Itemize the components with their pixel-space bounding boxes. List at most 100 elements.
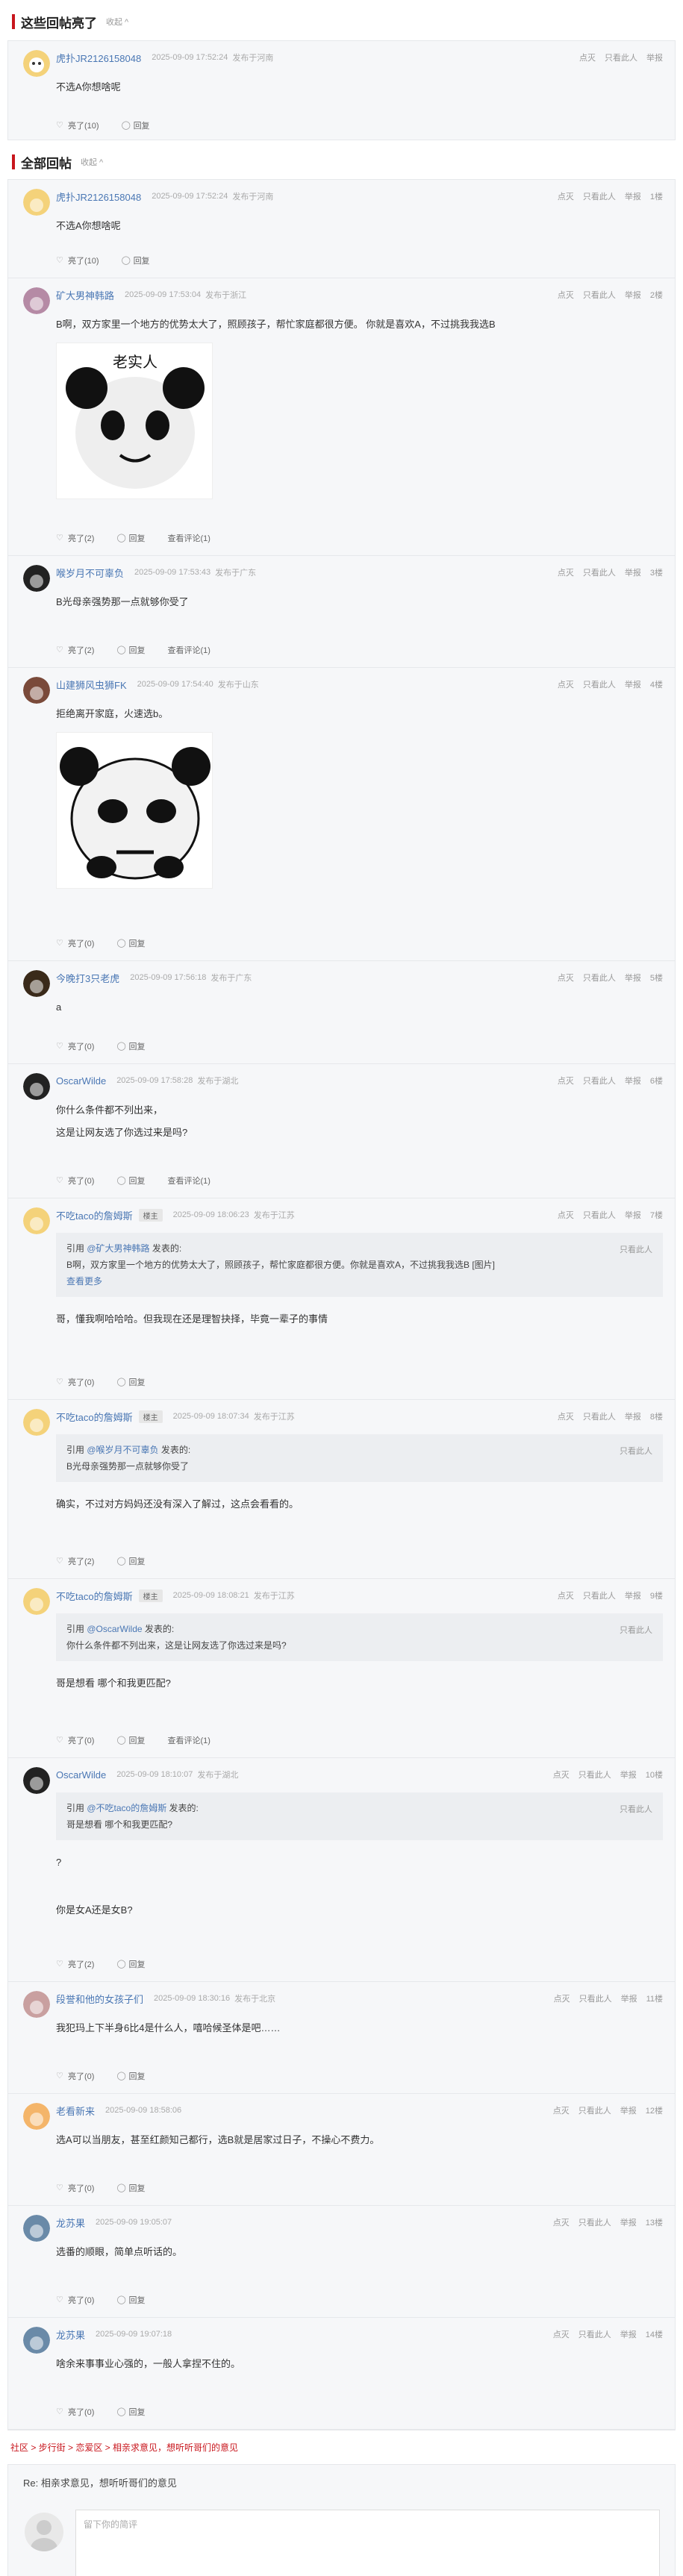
report-button[interactable]: 举报 <box>646 51 663 63</box>
dim-button[interactable]: 点灭 <box>553 2216 570 2228</box>
report-button[interactable]: 举报 <box>620 1769 637 1781</box>
only-this-user-button[interactable]: 只看此人 <box>583 1209 616 1221</box>
like-button[interactable]: ♡ 亮了(0) <box>56 1734 94 1746</box>
only-this-user-button[interactable]: 只看此人 <box>583 1589 616 1601</box>
only-this-user-button[interactable]: 只看此人 <box>579 1992 612 2004</box>
report-button[interactable]: 举报 <box>621 1992 637 2004</box>
username[interactable]: 虎扑JR2126158048 <box>56 51 141 65</box>
reply-button[interactable]: ◯ 回复 <box>116 2182 145 2194</box>
avatar[interactable] <box>23 1588 50 1615</box>
quote-user-link[interactable]: @喉岁月不可辜负 <box>87 1445 158 1455</box>
like-button[interactable]: ♡ 亮了(2) <box>56 532 94 544</box>
username[interactable]: OscarWilde <box>56 1075 106 1087</box>
avatar[interactable] <box>23 50 50 77</box>
username[interactable]: 龙苏果 <box>56 2216 85 2230</box>
like-button[interactable]: ♡ 亮了(0) <box>56 1040 94 1052</box>
dim-button[interactable]: 点灭 <box>553 1769 570 1781</box>
report-button[interactable]: 举报 <box>625 566 641 578</box>
like-button[interactable]: ♡ 亮了(0) <box>56 937 94 949</box>
report-button[interactable]: 举报 <box>625 1209 641 1221</box>
dim-button[interactable]: 点灭 <box>558 1589 574 1601</box>
username[interactable]: 今晚打3只老虎 <box>56 971 119 985</box>
view-comments-button[interactable]: 查看评论(1) <box>167 644 210 656</box>
avatar[interactable] <box>23 1073 50 1100</box>
like-button[interactable]: ♡ 亮了(0) <box>56 2182 94 2194</box>
like-button[interactable]: ♡ 亮了(0) <box>56 1376 94 1388</box>
only-this-user-button[interactable]: 只看此人 <box>583 972 616 984</box>
username[interactable]: 虎扑JR2126158048 <box>56 190 141 204</box>
dim-button[interactable]: 点灭 <box>558 566 574 578</box>
only-this-user-button[interactable]: 只看此人 <box>578 1769 611 1781</box>
quote-user-link[interactable]: @不吃taco的詹姆斯 <box>87 1803 166 1813</box>
avatar[interactable] <box>23 2327 50 2354</box>
reply-button[interactable]: ◯ 回复 <box>116 2294 145 2306</box>
username[interactable]: 矿大男神韩路 <box>56 288 114 302</box>
avatar[interactable] <box>23 1207 50 1234</box>
dim-button[interactable]: 点灭 <box>579 51 596 63</box>
only-this-user-button[interactable]: 只看此人 <box>583 678 616 690</box>
like-button[interactable]: ♡ 亮了(0) <box>56 2294 94 2306</box>
reply-button[interactable]: ◯ 回复 <box>116 644 145 656</box>
username[interactable]: 喉岁月不可辜负 <box>56 566 124 580</box>
avatar[interactable] <box>23 565 50 592</box>
reply-button[interactable]: ◯ 回复 <box>116 2406 145 2418</box>
report-button[interactable]: 举报 <box>625 289 641 301</box>
username[interactable]: 不吃taco的詹姆斯 <box>56 1589 133 1603</box>
username[interactable]: 不吃taco的詹姆斯 <box>56 1410 133 1424</box>
all-collapse-toggle[interactable]: 收起 ^ <box>81 156 103 168</box>
dim-button[interactable]: 点灭 <box>554 1992 570 2004</box>
dim-button[interactable]: 点灭 <box>558 190 574 202</box>
report-button[interactable]: 举报 <box>625 1589 641 1601</box>
avatar[interactable] <box>23 2103 50 2130</box>
like-button[interactable]: ♡ 亮了(2) <box>56 1958 94 1970</box>
username[interactable]: 不吃taco的詹姆斯 <box>56 1208 133 1222</box>
report-button[interactable]: 举报 <box>625 190 641 202</box>
only-this-user-button[interactable]: 只看此人 <box>578 2328 611 2340</box>
only-this-user-button[interactable]: 只看此人 <box>583 289 616 301</box>
reply-button[interactable]: ◯ 回复 <box>116 1958 145 1970</box>
like-button[interactable]: ♡ 亮了(10) <box>56 254 99 266</box>
meme-image[interactable] <box>56 732 213 889</box>
dim-button[interactable]: 点灭 <box>558 1410 574 1422</box>
dim-button[interactable]: 点灭 <box>558 678 574 690</box>
dim-button[interactable]: 点灭 <box>558 289 574 301</box>
like-button[interactable]: ♡ 亮了(10) <box>56 119 99 131</box>
view-comments-button[interactable]: 查看评论(1) <box>167 1175 210 1187</box>
reply-button[interactable]: ◯ 回复 <box>122 254 150 266</box>
dim-button[interactable]: 点灭 <box>558 1209 574 1221</box>
reply-input[interactable]: 留下你的简评 <box>75 2510 660 2576</box>
only-this-user-button[interactable]: 只看此人 <box>578 2216 611 2228</box>
quote-only-this-user[interactable]: 只看此人 <box>620 1801 652 1818</box>
report-button[interactable]: 举报 <box>620 2216 637 2228</box>
avatar[interactable] <box>23 1767 50 1794</box>
reply-button[interactable]: ◯ 回复 <box>122 119 150 131</box>
see-more-link[interactable]: 查看更多 <box>66 1273 652 1289</box>
dim-button[interactable]: 点灭 <box>558 972 574 984</box>
like-button[interactable]: ♡ 亮了(2) <box>56 644 94 656</box>
view-comments-button[interactable]: 查看评论(1) <box>167 532 210 544</box>
only-this-user-button[interactable]: 只看此人 <box>605 51 637 63</box>
avatar[interactable] <box>23 189 50 216</box>
reply-button[interactable]: ◯ 回复 <box>116 532 145 544</box>
view-comments-button[interactable]: 查看评论(1) <box>167 1734 210 1746</box>
only-this-user-button[interactable]: 只看此人 <box>583 1075 616 1087</box>
reply-button[interactable]: ◯ 回复 <box>116 1040 145 1052</box>
only-this-user-button[interactable]: 只看此人 <box>578 2104 611 2116</box>
reply-button[interactable]: ◯ 回复 <box>116 937 145 949</box>
reply-button[interactable]: ◯ 回复 <box>116 2070 145 2082</box>
quote-user-link[interactable]: @矿大男神韩路 <box>87 1243 149 1254</box>
quote-only-this-user[interactable]: 只看此人 <box>620 1242 652 1258</box>
avatar[interactable] <box>23 1409 50 1436</box>
only-this-user-button[interactable]: 只看此人 <box>583 190 616 202</box>
report-button[interactable]: 举报 <box>625 972 641 984</box>
quote-user-link[interactable]: @OscarWilde <box>87 1624 142 1634</box>
username[interactable]: 龙苏果 <box>56 2328 85 2342</box>
report-button[interactable]: 举报 <box>625 1410 641 1422</box>
reply-button[interactable]: ◯ 回复 <box>116 1734 145 1746</box>
avatar[interactable] <box>23 677 50 704</box>
reply-button[interactable]: ◯ 回复 <box>116 1175 145 1187</box>
breadcrumb[interactable]: 社区 > 步行街 > 恋爱区 > 相亲求意见，想听听哥们的意见 <box>7 2430 676 2464</box>
report-button[interactable]: 举报 <box>620 2104 637 2116</box>
like-button[interactable]: ♡ 亮了(0) <box>56 1175 94 1187</box>
username[interactable]: OscarWilde <box>56 1769 106 1781</box>
